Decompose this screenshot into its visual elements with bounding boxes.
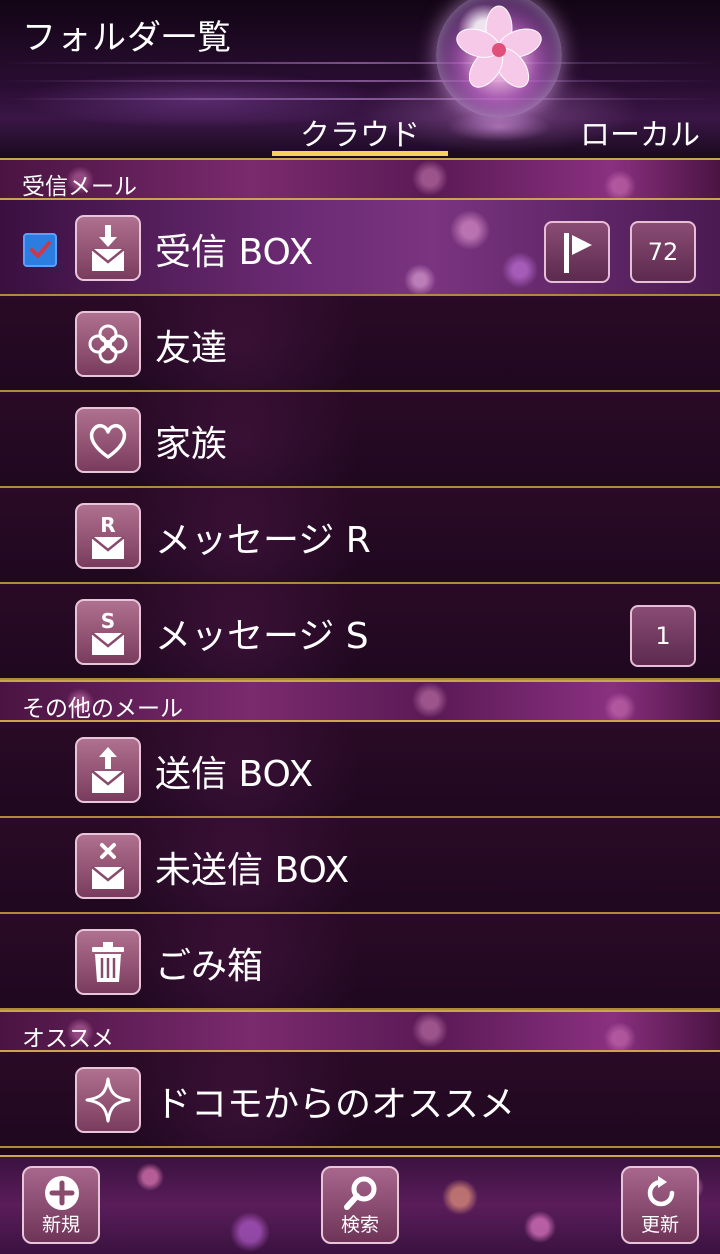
tab-indicator [272, 151, 448, 156]
check-icon [30, 241, 51, 258]
folder-checkbox[interactable] [23, 233, 57, 267]
search-button[interactable]: 検索 [321, 1166, 399, 1244]
refresh-label: 更新 [640, 1214, 679, 1236]
folder-row-trash[interactable]: ごみ箱 [0, 914, 720, 1010]
section-label: 受信メール [22, 174, 137, 200]
folder-label: 送信 BOX [155, 754, 314, 795]
sparkle-icon [75, 1067, 141, 1133]
folder-row-friends[interactable]: 友達 [0, 296, 720, 392]
section-label: その他のメール [22, 696, 183, 722]
mail-x-icon [75, 833, 141, 899]
tab-cloud[interactable]: クラウド [272, 110, 448, 154]
water-reflection [0, 98, 720, 100]
folder-row-docomo-recommend[interactable]: ドコモからのオススメ [0, 1052, 720, 1148]
flag-icon [564, 233, 592, 273]
section-header-received: 受信メール [0, 158, 720, 200]
search-label: 検索 [340, 1214, 379, 1236]
folder-row-message-r[interactable]: R メッセージ R [0, 488, 720, 584]
new-label: 新規 [41, 1214, 80, 1236]
mail-s-icon: S [75, 599, 141, 665]
trash-icon [75, 929, 141, 995]
unread-count-badge: 1 [630, 605, 696, 667]
search-icon [344, 1176, 377, 1210]
sakura-orb-image [436, 0, 562, 118]
refresh-icon [647, 1176, 675, 1207]
bottom-toolbar: 新規 検索 更新 [0, 1155, 720, 1254]
svg-text:R: R [100, 513, 115, 537]
section-label: オススメ [22, 1026, 114, 1052]
clover-icon [75, 311, 141, 377]
plus-circle-icon [45, 1176, 79, 1210]
folder-label: メッセージ R [155, 520, 371, 561]
folder-label: 受信 BOX [155, 232, 314, 273]
svg-text:S: S [101, 609, 115, 633]
flag-button[interactable] [544, 221, 610, 283]
heart-icon [75, 407, 141, 473]
section-header-other: その他のメール [0, 680, 720, 722]
water-reflection [0, 62, 720, 64]
inbox-download-icon [75, 215, 141, 281]
mail-r-icon: R [75, 503, 141, 569]
folder-list: 受信メール 受信 BOX 72 友達 家族 R メッセージ R S メッセージ … [0, 158, 720, 1148]
refresh-button[interactable]: 更新 [621, 1166, 699, 1244]
water-reflection [0, 80, 720, 82]
outbox-upload-icon [75, 737, 141, 803]
folder-label: メッセージ S [155, 616, 369, 657]
folder-label: ごみ箱 [155, 946, 264, 987]
folder-row-inbox[interactable]: 受信 BOX 72 [0, 200, 720, 296]
unread-count-badge: 72 [630, 221, 696, 283]
folder-row-outbox[interactable]: 送信 BOX [0, 722, 720, 818]
sakura-flower-icon [456, 5, 542, 88]
new-button[interactable]: 新規 [22, 1166, 100, 1244]
folder-label: ドコモからのオススメ [155, 1084, 516, 1125]
folder-row-message-s[interactable]: S メッセージ S 1 [0, 584, 720, 680]
section-header-recommend: オススメ [0, 1010, 720, 1052]
folder-row-unsent[interactable]: 未送信 BOX [0, 818, 720, 914]
folder-row-family[interactable]: 家族 [0, 392, 720, 488]
folder-label: 家族 [155, 424, 228, 465]
tab-local[interactable]: ローカル [560, 110, 720, 154]
folder-label: 未送信 BOX [155, 850, 350, 891]
page-title: フォルダ一覧 [22, 18, 232, 58]
header: フォルダ一覧 クラウド ローカル [0, 0, 720, 158]
folder-label: 友達 [155, 328, 228, 369]
